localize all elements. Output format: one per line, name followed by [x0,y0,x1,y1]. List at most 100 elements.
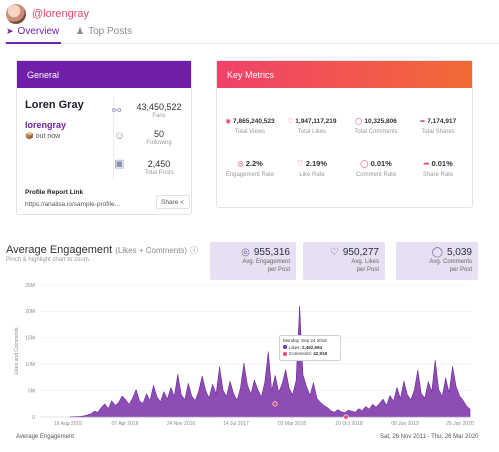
metric-total-comments: ◯ 10,325,806 Total Comments [345,117,407,135]
y-tick-label: 25M [25,283,35,289]
target-icon: ◎ [237,159,244,168]
fans-stat: 43,450,522 Fans [125,102,193,119]
heart-icon: ♡ [296,159,304,168]
metric-value: 10,325,806 [364,118,397,125]
tooltip-likes-value: 2,492,694 [302,344,323,350]
avatar[interactable] [6,4,26,24]
x-tick-label: 07 Apr 2016 [112,421,139,427]
profile-header: @lorengray [6,4,89,24]
profile-name: Loren Gray [25,99,84,111]
comment-icon: ◯ [360,159,369,168]
x-tick-label: 14 Jul 2017 [223,421,249,427]
avg-comments-label-suffix: per Post [449,267,472,273]
metric-total-shares: ➦ 7,174,917 Total Shares [407,117,469,135]
profile-handle: @lorengray [32,8,90,20]
profile-link[interactable]: https://analisa.io/sample-profile... [25,199,135,213]
avg-likes-label: Avg. Likes [351,259,379,265]
avg-comments-card: ◯ 5,039 Avg. Comments per Post [396,242,478,280]
engagement-chart-svg[interactable]: 0 5M 10M 15M 20M 25M Likes and Comments 19 Aug … [0,280,499,452]
metric-comment-rate: ◯ 0.01% Comment Rate [345,159,407,178]
y-tick-label: 20M [25,309,35,315]
metric-value: 7,174,917 [427,118,457,125]
metric-value: 0.01% [370,159,392,168]
tooltip-comments: Comments: 42,918 [283,351,337,358]
comment-icon: ◯ [431,247,443,258]
metric-value: 0.01% [431,159,453,168]
following-label: Following [146,140,172,146]
metric-share-rate: ➦ 0.01% Share Rate [407,159,469,178]
following-value: 50 [153,129,164,139]
y-tick-label: 10M [25,362,35,368]
tab-bar: ➤ Overview ♟ Top Posts [0,24,499,44]
metric-label: Total Likes [297,129,327,135]
metric-label: Total Shares [421,129,455,135]
eye-icon: ◉ [225,118,232,125]
rocket-icon: ➤ [6,26,14,36]
general-title: General [17,61,191,88]
tooltip-comments-value: 42,918 [313,351,328,356]
y-axis-label: Likes and Comments [14,327,20,374]
metric-label: Like Rate [299,172,325,178]
profile-link-label: Profile Report Link [25,189,84,196]
posts-value: 2,450 [147,159,171,169]
metric-value: 7,865,240,523 [233,118,275,125]
x-tick-label: 03 Mar 2018 [278,421,306,427]
engagement-title-text: Average Engagement [6,244,113,256]
comment-icon: ◯ [355,118,363,125]
tab-overview[interactable]: ➤ Overview [6,26,62,44]
avg-likes-card: ♡ 950,277 Avg. Likes per Post [303,242,385,280]
share-button[interactable]: Share < [156,195,190,209]
metric-value: 1,947,117,219 [295,118,337,125]
chart-marker [272,401,278,407]
tab-label: Top Posts [88,26,132,37]
metric-label: Total Comments [354,129,398,135]
following-stat: 50 Following [125,129,193,146]
metric-value: 2.2% [245,159,263,168]
avg-likes-label-suffix: per Post [356,267,379,273]
engagement-title: Average Engagement (Likes + Comments) ⓘ [6,244,198,256]
tab-label: Overview [17,26,60,37]
chart-date-range: Sat, 26 Nov 2011 - Thu, 26 Mar 2020 [380,434,479,440]
avg-comments-label: Avg. Comments [429,259,472,265]
target-icon: ◎ [241,247,250,258]
avg-likes-value: 950,277 [342,247,379,258]
share-label: Share [161,199,179,206]
trophy-icon: ♟ [76,26,85,36]
avg-engagement-label: Avg. Engagement [242,259,290,265]
share-icon: ➦ [419,118,426,125]
share-icon: < [180,199,184,206]
posts-stat: 2,450 Total Posts [125,159,193,176]
y-tick-label: 5M [28,388,35,394]
posts-label: Total Posts [144,170,174,176]
metric-label: Comment Rate [355,172,397,178]
chart-footer-label: Average Engagement [16,434,74,440]
chart-tooltip: Monday, Sep 24 2018 Likes: 2,492,694 Com… [279,335,341,361]
engagement-chart[interactable]: 0 5M 10M 15M 20M 25M Likes and Comments 19 Aug … [0,280,499,452]
metric-label: Engagement Rate [225,172,275,178]
tooltip-likes-label: Likes [289,344,300,350]
avg-engagement-value: 955,316 [253,247,290,258]
metric-engagement-rate: ◎ 2.2% Engagement Rate [219,159,281,178]
x-tick-label: 08 Jun 2019 [391,421,419,427]
engagement-title-suffix: (Likes + Comments) [115,246,188,255]
heart-icon: ♡ [329,247,339,258]
y-tick-label: 15M [25,336,35,342]
heart-icon: ♡ [287,118,294,125]
x-tick-label: 19 Aug 2015 [54,421,82,427]
info-icon[interactable]: ⓘ [190,246,198,255]
metric-total-views: ◉ 7,865,240,523 Total Views [219,117,281,135]
metric-total-likes: ♡ 1,947,117,219 Total Likes [281,117,343,135]
metric-label: Share Rate [422,172,454,178]
key-metrics-panel: Key Metrics ◉ 7,865,240,523 Total Views ♡… [216,60,473,208]
metric-like-rate: ♡ 2.19% Like Rate [281,159,343,178]
tab-top-posts[interactable]: ♟ Top Posts [76,26,132,37]
metrics-title: Key Metrics [217,61,472,88]
avg-engagement-label-suffix: per Post [267,267,290,273]
engagement-subtitle: Pinch & highlight chart to zoom. [6,257,91,263]
likes-series-area [69,306,471,418]
fans-icon: ⚯ [112,105,122,117]
x-tick-label: 24 Nov 2016 [167,421,196,427]
avg-comments-value: 5,039 [446,247,472,258]
y-tick-label: 0 [32,415,35,421]
posts-icon: ▣ [114,158,125,170]
